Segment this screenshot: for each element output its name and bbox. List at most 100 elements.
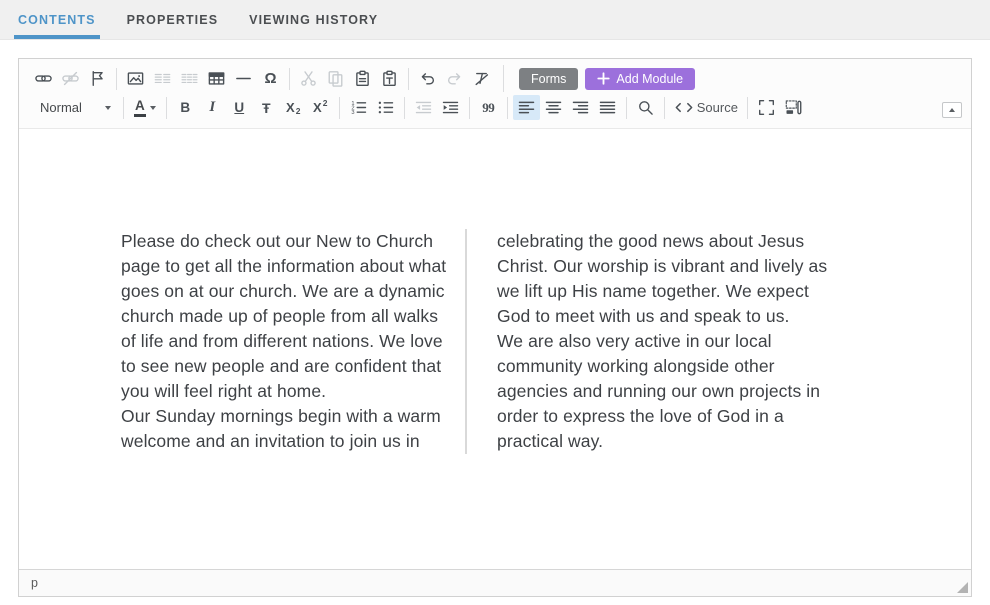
align-center-icon [545,99,562,116]
special-character-icon: Ω [264,71,276,86]
strikethrough-icon: Ŧ [262,101,271,115]
image-button[interactable] [122,66,149,91]
source-code-icon [674,99,694,116]
show-blocks-button[interactable] [780,95,807,120]
add-module-label: Add Module [616,72,683,86]
add-module-button[interactable]: Add Module [585,68,695,90]
tab-properties[interactable]: PROPERTIES [123,0,223,39]
text-line: order to express the love of God in a [497,404,827,429]
superscript-icon: X2 [313,101,327,114]
paragraph-format-value: Normal [40,100,82,115]
text-line: community working alongside other [497,354,827,379]
forms-button[interactable]: Forms [519,68,578,90]
tab-viewing-history[interactable]: VIEWING HISTORY [245,0,382,39]
two-column-text-block: Please do check out our New to Churchpag… [121,229,827,454]
underline-icon: U [234,101,244,115]
toolbar-separator [408,68,409,90]
text-color-button[interactable]: A [129,95,161,120]
image-icon [127,70,144,87]
subscript-button[interactable]: X2 [280,95,307,120]
paste-plain-text-button[interactable] [376,66,403,91]
align-left-button[interactable] [513,95,540,120]
increase-indent-button[interactable] [437,95,464,120]
align-right-button[interactable] [567,95,594,120]
tab-contents[interactable]: CONTENTS [14,0,100,39]
align-justify-button[interactable] [594,95,621,120]
text-line: practical way. [497,429,827,454]
two-column-layout-icon [154,70,171,87]
toolbar-separator [123,97,124,119]
toolbar-separator [339,97,340,119]
element-path: p [31,576,38,590]
undo-icon [419,70,436,87]
show-blocks-icon [785,99,802,116]
bold-button[interactable]: B [172,95,199,120]
blockquote-icon: 99 [482,101,494,114]
copy-icon [327,70,344,87]
maximize-button[interactable] [753,95,780,120]
text-line: to see new people and are confident that [121,354,435,379]
toolbar-separator [116,68,117,90]
link-button[interactable] [30,66,57,91]
align-left-icon [518,99,535,116]
align-center-button[interactable] [540,95,567,120]
search-button[interactable] [632,95,659,120]
toolbar-separator [507,97,508,119]
strikethrough-button[interactable]: Ŧ [253,95,280,120]
undo-button[interactable] [414,66,441,91]
toolbar-separator [166,97,167,119]
text-line: celebrating the good news about Jesus [497,229,827,254]
svg-text:3: 3 [351,110,354,116]
chevron-down-icon [150,106,156,110]
three-column-layout-button [176,66,203,91]
blockquote-button[interactable]: 99 [475,95,502,120]
toolbar-separator [503,65,504,92]
bulleted-list-button[interactable] [372,95,399,120]
bold-icon: B [180,101,190,115]
paste-icon [354,70,371,87]
anchor-icon [89,70,106,87]
toolbar-separator [469,97,470,119]
horizontal-rule-button[interactable] [230,66,257,91]
italic-icon: I [209,100,215,115]
subscript-icon: X2 [286,101,300,114]
toolbar-row-2: Normal A B I U Ŧ X2 X2 123 99 Source [30,93,937,122]
numbered-list-icon: 123 [350,99,367,116]
editor-toolbar: Ω Forms Add Module Normal A B I U Ŧ X2 X2 123 99 Sou… [19,59,971,129]
italic-button[interactable]: I [199,95,226,120]
remove-format-button[interactable] [468,66,495,91]
collapse-toolbar-button[interactable] [942,102,962,118]
paste-plain-text-icon [381,70,398,87]
forms-label: Forms [531,72,566,86]
chevron-down-icon [105,106,111,110]
superscript-button[interactable]: X2 [307,95,334,120]
editor-column-left: Please do check out our New to Churchpag… [121,229,465,454]
paragraph-format-select[interactable]: Normal [30,95,118,120]
toolbar-separator [626,97,627,119]
table-button[interactable] [203,66,230,91]
numbered-list-button[interactable]: 123 [345,95,372,120]
text-color-icon: A [134,98,146,116]
text-line: we lift up His name together. We expect [497,279,827,304]
text-line: goes on at our church. We are a dynamic [121,279,435,304]
table-icon [208,70,225,87]
toolbar-separator [289,68,290,90]
search-icon [637,99,654,116]
toolbar-separator [404,97,405,119]
two-column-layout-button [149,66,176,91]
paste-button[interactable] [349,66,376,91]
decrease-indent-button [410,95,437,120]
source-label: Source [697,100,738,115]
editor-content-area[interactable]: Please do check out our New to Churchpag… [19,129,971,569]
align-justify-icon [599,99,616,116]
text-line: of life and from different nations. We l… [121,329,435,354]
underline-button[interactable]: U [226,95,253,120]
cut-button [295,66,322,91]
triangle-up-icon [949,108,955,112]
resize-handle[interactable] [957,582,968,593]
anchor-button[interactable] [84,66,111,91]
source-button[interactable]: Source [670,95,742,120]
special-character-button[interactable]: Ω [257,66,284,91]
toolbar-separator [664,97,665,119]
increase-indent-icon [442,99,459,116]
